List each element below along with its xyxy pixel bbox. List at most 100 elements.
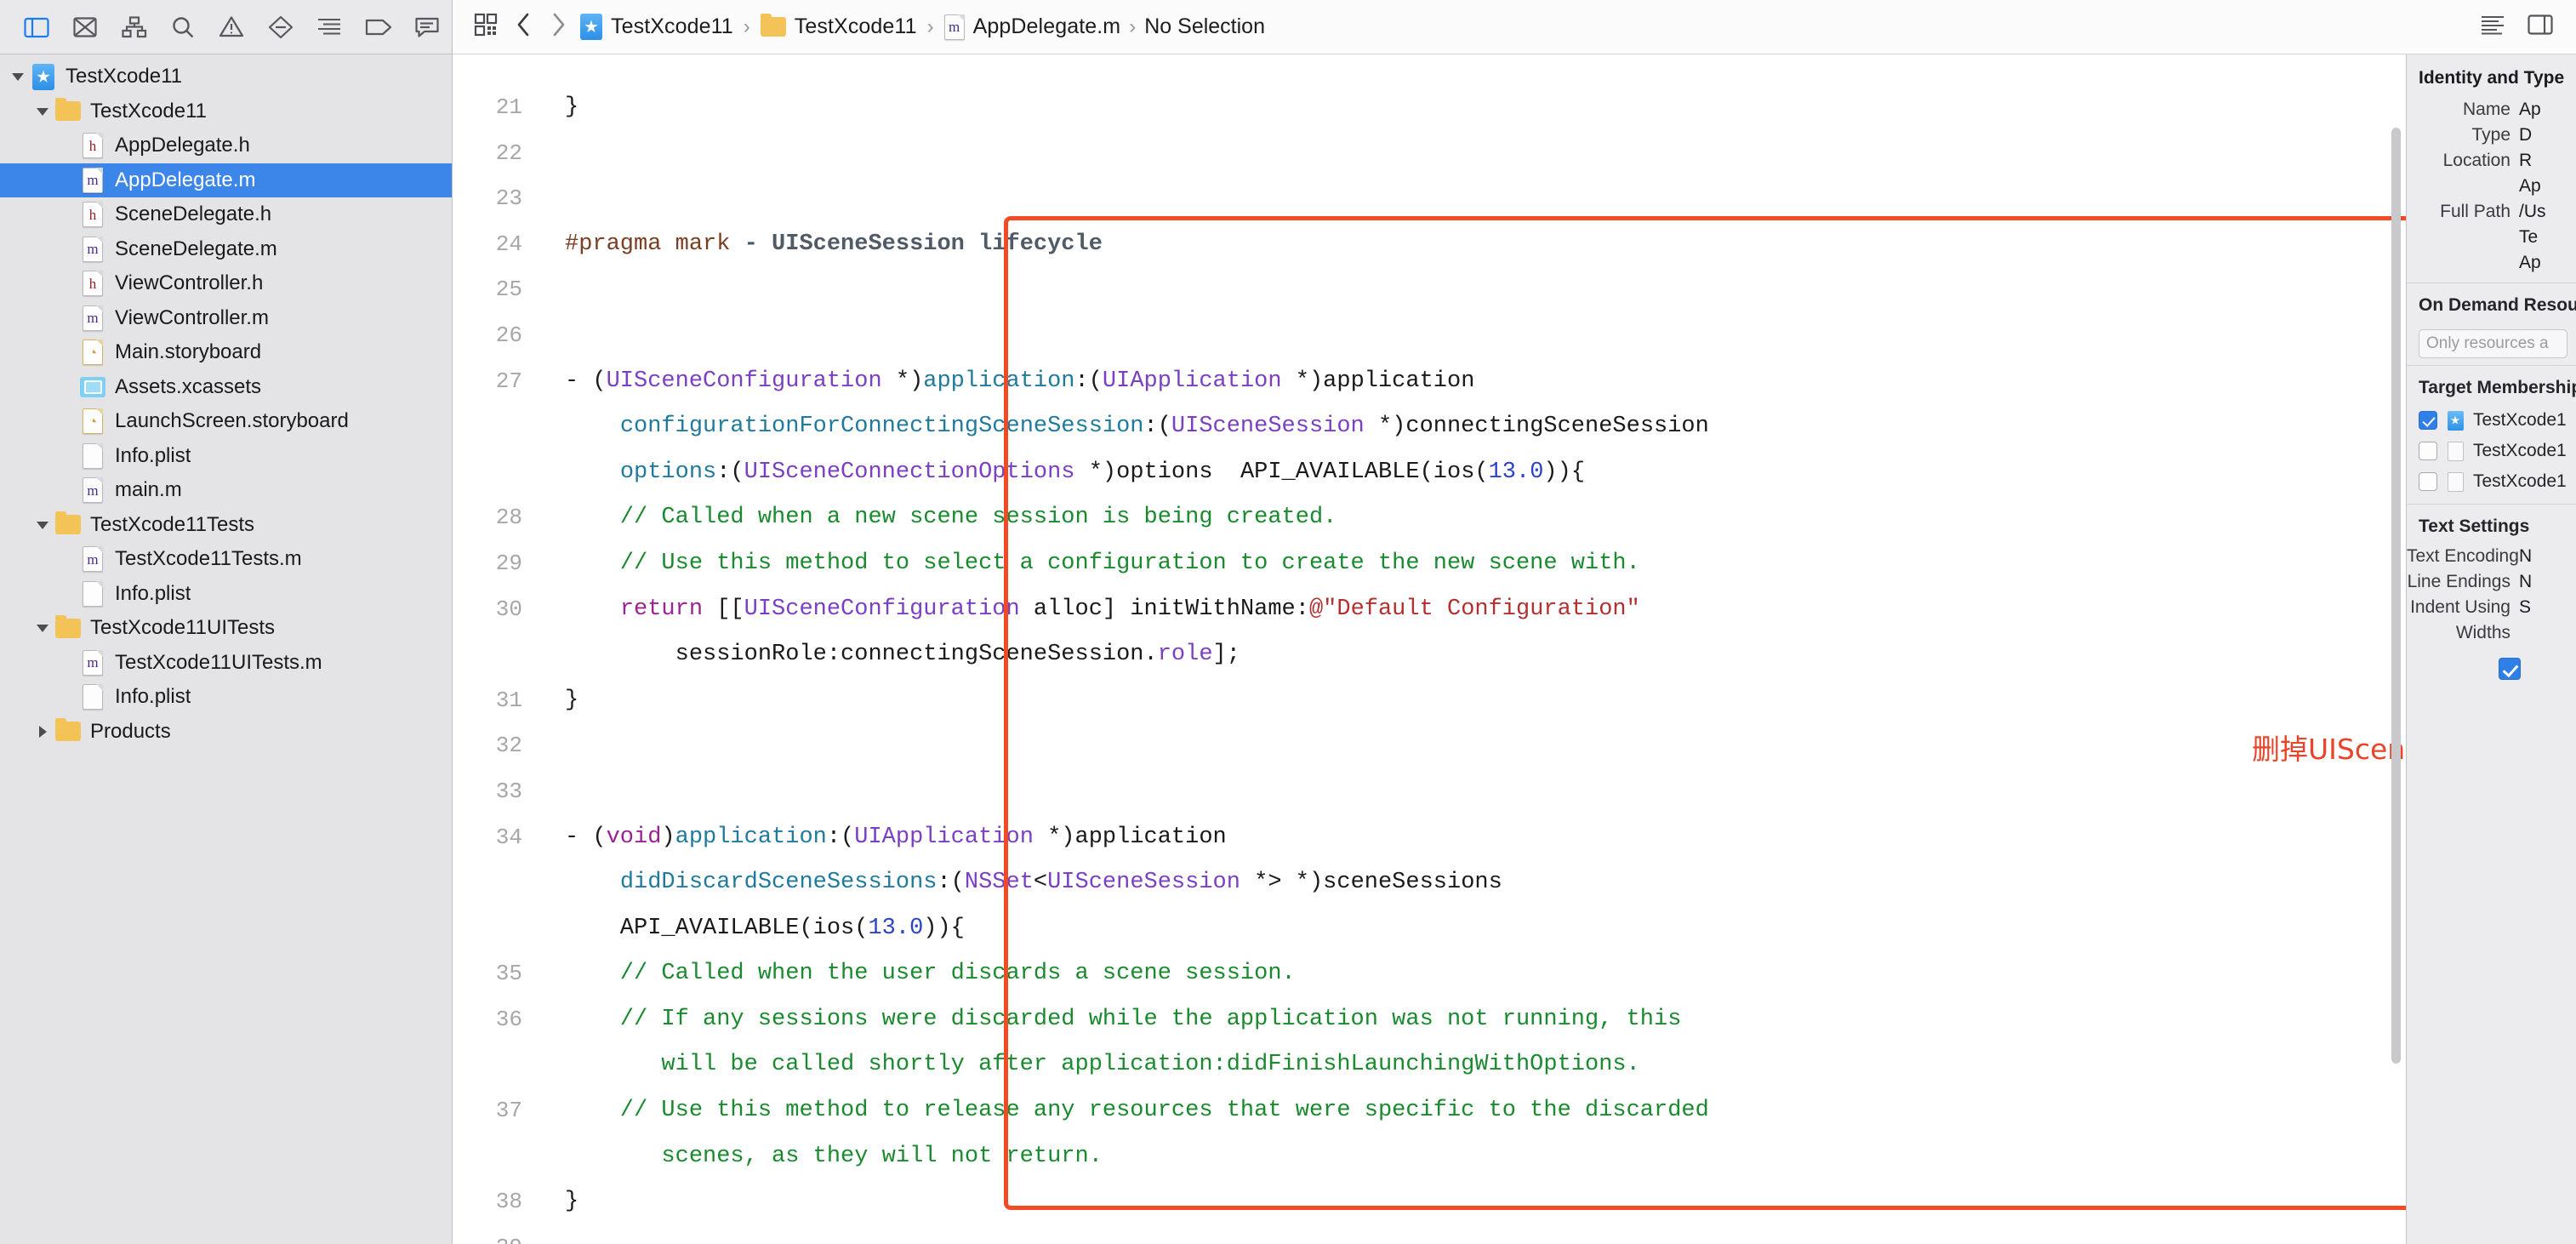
navigator-item-appdelegate-h[interactable]: h AppDelegate.h xyxy=(0,128,452,163)
inspector-value[interactable]: Ap xyxy=(2519,100,2541,120)
on-demand-resources-field[interactable]: Only resources a xyxy=(2419,329,2567,358)
code-line[interactable]: - (void)application:(UIApplication *)app… xyxy=(565,815,2406,861)
code-line[interactable]: will be called shortly after application… xyxy=(565,1042,2406,1088)
related-items-button[interactable] xyxy=(466,9,505,46)
navigator-item-appdelegate-m[interactable]: m AppDelegate.m xyxy=(0,163,452,197)
navigator-item-scenedelegate-h[interactable]: h SceneDelegate.h xyxy=(0,197,452,232)
code-token: [[ xyxy=(703,596,744,622)
code-line[interactable]: return [[UISceneConfiguration alloc] ini… xyxy=(565,587,2406,633)
breadcrumb-file[interactable]: m AppDelegate.m xyxy=(941,14,1125,40)
code-line[interactable]: // Called when a new scene session is be… xyxy=(565,495,2406,541)
inspector-value[interactable]: R xyxy=(2519,151,2532,171)
code-line[interactable]: // Use this method to release any resour… xyxy=(565,1088,2406,1134)
project-navigator[interactable]: TestXcode11 TestXcode11 h AppDelegate.h m App… xyxy=(0,54,453,1244)
code-line[interactable]: - (UISceneConfiguration *)application:(U… xyxy=(565,359,2406,405)
chevron-down-icon[interactable] xyxy=(31,106,54,117)
code-line[interactable] xyxy=(565,769,2406,815)
code-line[interactable]: // If any sessions were discarded while … xyxy=(565,997,2406,1043)
code-content[interactable]: } #pragma mark - UISceneSession lifecycl… xyxy=(534,54,2406,1244)
target-checkbox[interactable] xyxy=(2419,411,2437,430)
navigator-item-viewcontroller-h[interactable]: h ViewController.h xyxy=(0,266,452,301)
navigator-item-testxcode11[interactable]: TestXcode11 xyxy=(0,60,452,94)
report-navigator-button[interactable] xyxy=(403,8,452,47)
navigator-item-scenedelegate-m[interactable]: m SceneDelegate.m xyxy=(0,232,452,267)
code-line[interactable]: scenes, as they will not return. xyxy=(565,1134,2406,1180)
navigator-item-info-plist[interactable]: Info.plist xyxy=(0,680,452,715)
inspector-toggle-button[interactable] xyxy=(2518,9,2562,46)
navigator-item-testxcode11uitests[interactable]: TestXcode11UITests xyxy=(0,611,452,646)
text-setting-value[interactable]: S xyxy=(2519,597,2531,618)
find-navigator-button[interactable] xyxy=(158,8,207,47)
code-line[interactable]: } xyxy=(565,1179,2406,1225)
inspector-value[interactable]: D xyxy=(2519,125,2532,146)
inspector-value[interactable]: /Us xyxy=(2519,202,2546,222)
code-token: #pragma mark xyxy=(565,231,744,257)
source-editor[interactable]: 21 22 23 24 25 26 27 28 29 30 31 32 33 34 35 36 37 3… xyxy=(453,54,2406,1244)
minimap-toggle-button[interactable] xyxy=(2471,9,2515,46)
code-line[interactable]: didDiscardSceneSessions:(NSSet<UISceneSe… xyxy=(565,860,2406,906)
breadcrumb-selection[interactable]: No Selection xyxy=(1144,14,1265,39)
chevron-down-icon[interactable] xyxy=(7,71,29,83)
navigator-item-testxcode11tests[interactable]: TestXcode11Tests xyxy=(0,508,452,543)
test-navigator-button[interactable] xyxy=(256,8,305,47)
code-line[interactable]: sessionRole:connectingSceneSession.role]… xyxy=(565,632,2406,678)
breadcrumb-project[interactable]: TestXcode11 xyxy=(577,14,737,40)
code-token: // Called when the user discards a scene… xyxy=(565,961,1296,987)
code-line[interactable] xyxy=(565,313,2406,359)
code-line[interactable]: } xyxy=(565,678,2406,724)
go-forward-button[interactable] xyxy=(541,9,577,46)
navigator-item-main-storyboard[interactable]: ◔ Main.storyboard xyxy=(0,335,452,370)
inspector-value[interactable]: Ap xyxy=(2519,176,2541,197)
debug-navigator-button[interactable] xyxy=(305,8,354,47)
navigator-item-assets-xcassets[interactable]: Assets.xcassets xyxy=(0,370,452,405)
navigator-item-testxcode11uitests-m[interactable]: m TestXcode11UITests.m xyxy=(0,646,452,681)
navigator-item-viewcontroller-m[interactable]: m ViewController.m xyxy=(0,301,452,336)
breadcrumb-group[interactable]: TestXcode11 xyxy=(757,14,920,39)
target-membership-item[interactable]: TestXcode1 xyxy=(2407,436,2576,466)
code-token: didDiscardSceneSessions xyxy=(619,870,938,896)
navigator-item-info-plist[interactable]: Info.plist xyxy=(0,439,452,474)
issue-navigator-button[interactable] xyxy=(208,8,256,47)
chevron-right-icon[interactable] xyxy=(31,725,54,739)
go-back-button[interactable] xyxy=(505,9,541,46)
code-line[interactable]: // Use this method to select a configura… xyxy=(565,541,2406,587)
navigator-item-products[interactable]: Products xyxy=(0,715,452,750)
navigator-item-testxcode11tests-m[interactable]: m TestXcode11Tests.m xyxy=(0,542,452,577)
code-line[interactable]: // Called when the user discards a scene… xyxy=(565,951,2406,997)
chevron-down-icon[interactable] xyxy=(31,519,54,531)
target-checkbox[interactable] xyxy=(2419,442,2437,460)
inspector-value[interactable]: Te xyxy=(2519,227,2538,248)
code-line[interactable]: options:(UISceneConnectionOptions *)opti… xyxy=(565,450,2406,496)
code-line[interactable]: } xyxy=(565,85,2406,131)
inspector-value[interactable]: Ap xyxy=(2519,253,2541,273)
code-line[interactable] xyxy=(565,176,2406,222)
wrap-lines-checkbox[interactable] xyxy=(2499,658,2521,680)
code-token: } xyxy=(565,687,579,713)
code-line[interactable]: #pragma mark - UISceneSession lifecycle xyxy=(565,222,2406,268)
code-line[interactable] xyxy=(565,131,2406,177)
project-navigator-button[interactable] xyxy=(12,8,60,47)
target-label: TestXcode1 xyxy=(2473,441,2567,460)
target-membership-item[interactable]: TestXcode1 xyxy=(2407,466,2576,497)
target-checkbox[interactable] xyxy=(2419,472,2437,491)
line-number xyxy=(453,1042,534,1088)
editor-vertical-scrollbar[interactable] xyxy=(2391,128,2401,1064)
navigator-item-main-m[interactable]: m main.m xyxy=(0,473,452,508)
navigator-item-launchscreen-storyboard[interactable]: ◔ LaunchScreen.storyboard xyxy=(0,404,452,439)
target-membership-item[interactable]: TestXcode1 xyxy=(2407,405,2576,436)
file-inspector[interactable]: Identity and Type Name Ap Type D Location R Ap… xyxy=(2406,54,2576,1244)
code-line[interactable]: API_AVAILABLE(ios(13.0)){ xyxy=(565,906,2406,952)
code-line[interactable] xyxy=(565,1225,2406,1244)
text-setting-key: Widths xyxy=(2455,623,2510,642)
chevron-down-icon[interactable] xyxy=(31,622,54,634)
navigator-item-testxcode11[interactable]: TestXcode11 xyxy=(0,94,452,129)
code-line[interactable]: configurationForConnectingSceneSession:(… xyxy=(565,404,2406,450)
text-setting-value[interactable]: N xyxy=(2519,572,2532,592)
text-setting-value[interactable]: N xyxy=(2519,546,2532,567)
source-control-navigator-button[interactable] xyxy=(60,8,109,47)
breakpoint-navigator-button[interactable] xyxy=(354,8,402,47)
navigator-item-info-plist[interactable]: Info.plist xyxy=(0,577,452,612)
code-line[interactable] xyxy=(565,723,2406,769)
symbol-navigator-button[interactable] xyxy=(110,8,158,47)
code-line[interactable] xyxy=(565,267,2406,313)
